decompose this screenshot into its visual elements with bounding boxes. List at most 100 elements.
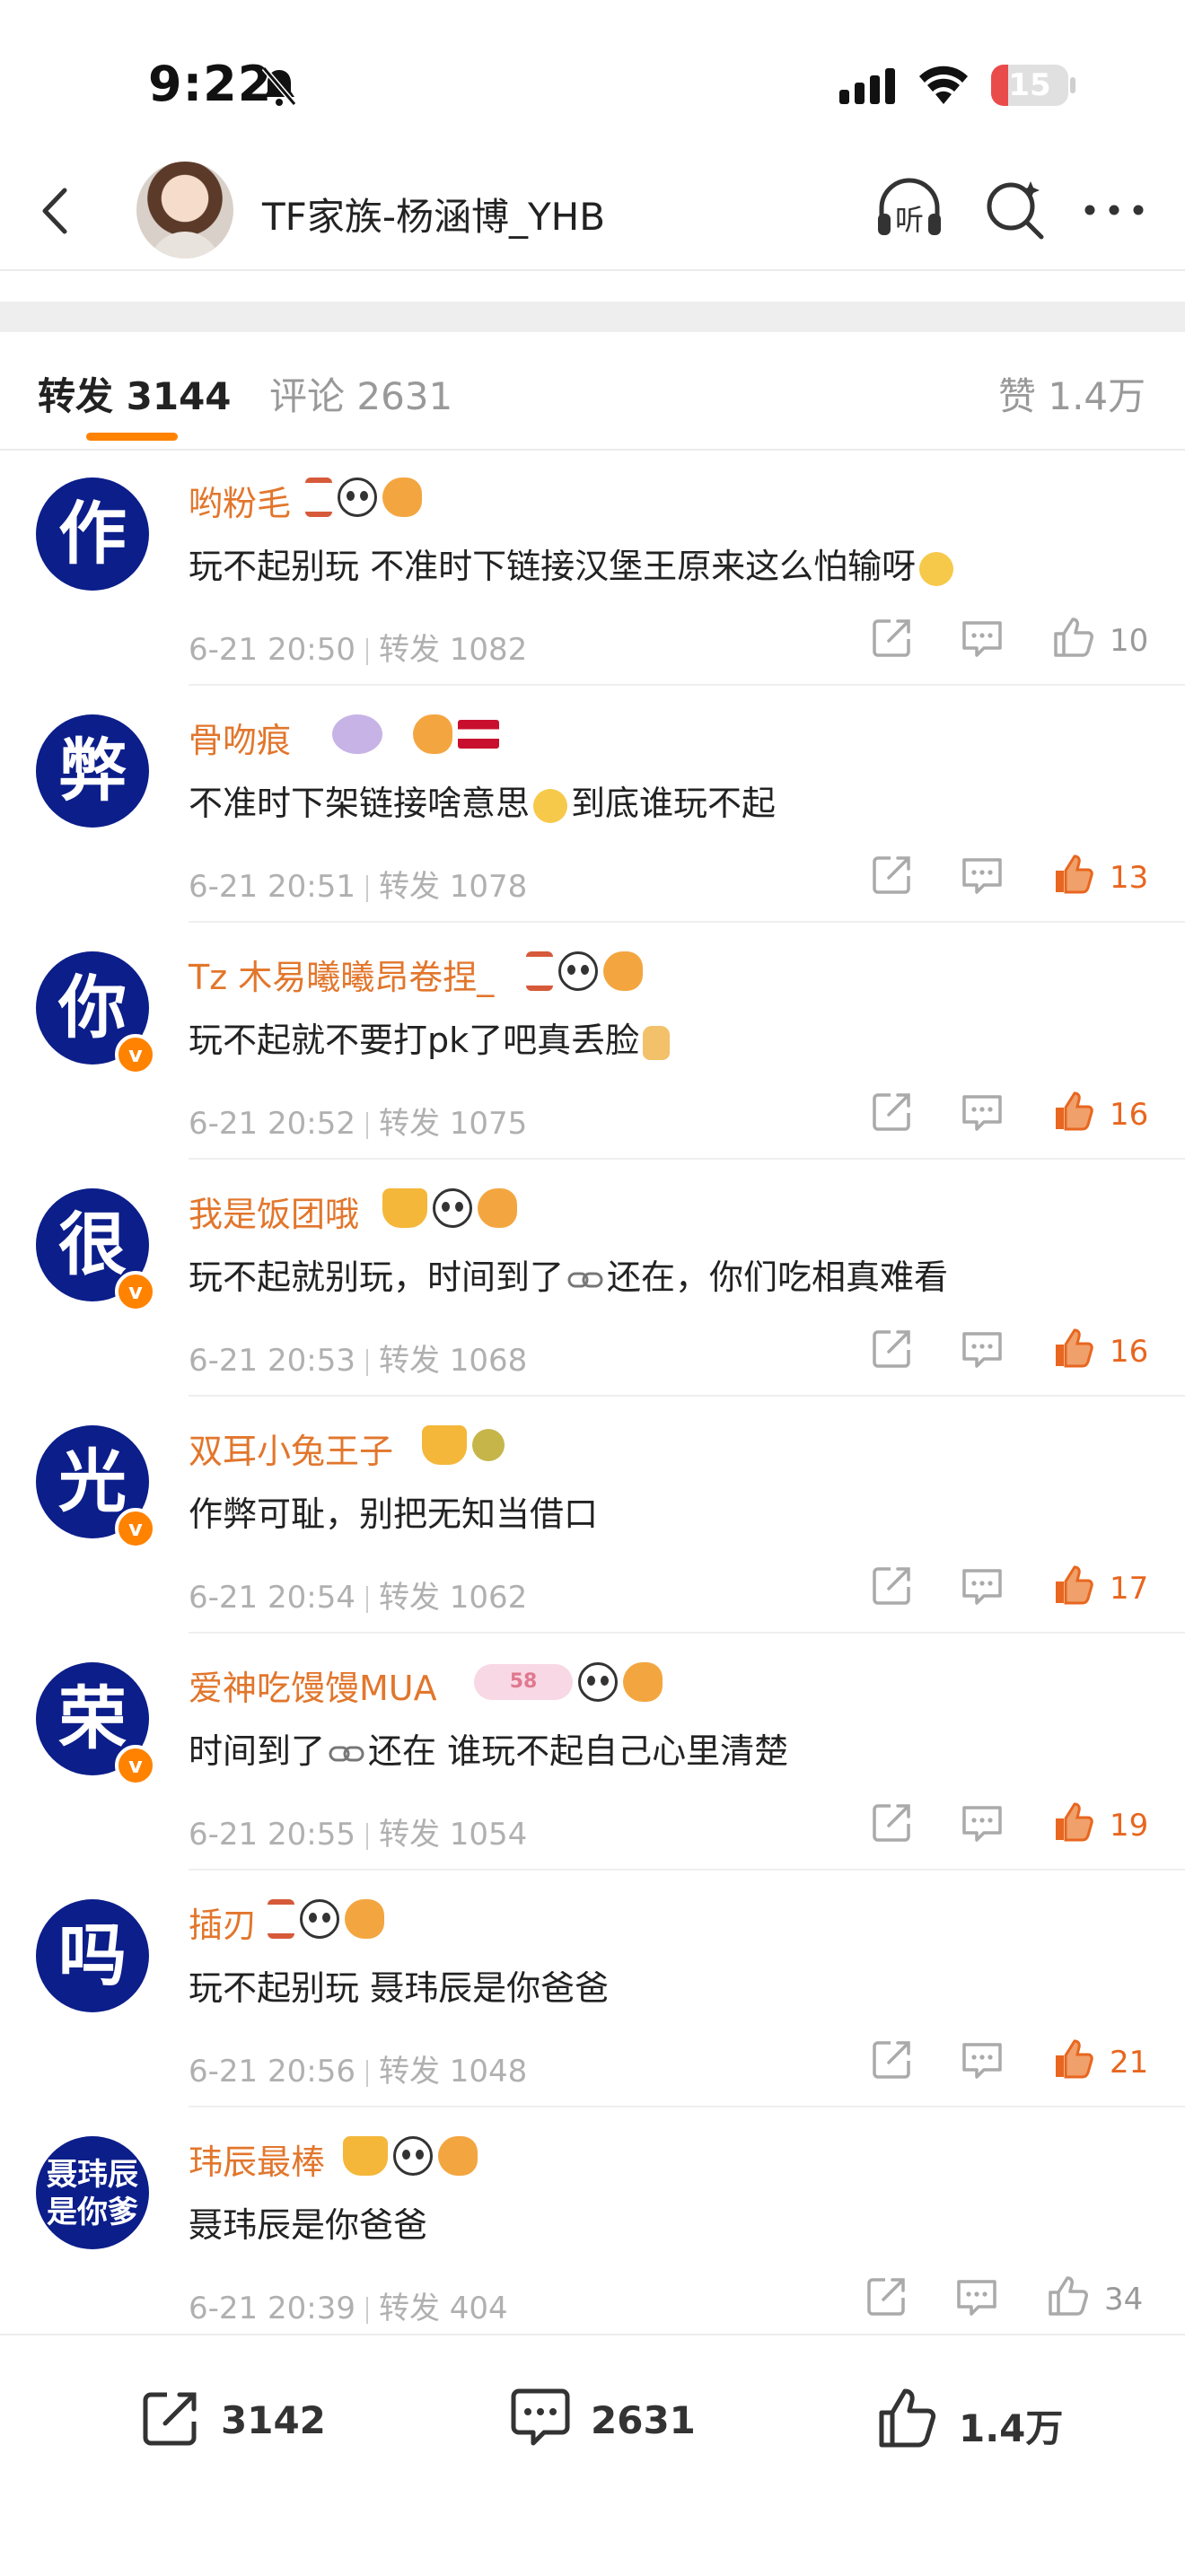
list-item[interactable]: 光 v 双耳小兔王子 作弊可耻，别把无知当借口 6-21 20:54 转发 106… [0, 1397, 1185, 1634]
search-icon[interactable] [979, 172, 1052, 246]
share-icon[interactable] [862, 2271, 912, 2321]
avatar[interactable]: 作 [36, 478, 149, 591]
like-total: 1.4万 [959, 2406, 1064, 2450]
comment-meta: 6-21 20:39 转发 404 [189, 2283, 508, 2327]
comment-text-body: 玩不起就别玩，时间到了 [189, 1257, 565, 1297]
like-count: 10 [1110, 623, 1149, 659]
user-badges [526, 951, 648, 994]
comment-icon[interactable] [957, 1323, 1007, 1373]
comment-icon[interactable] [957, 1086, 1007, 1136]
timestamp: 6-21 20:52 [189, 1106, 356, 1142]
user-badges: 58 [474, 1662, 668, 1705]
liked-icon[interactable] [1049, 2034, 1099, 2084]
username[interactable]: 玮辰最棒 [189, 2134, 325, 2184]
fan-level-badge: 58 [474, 1664, 573, 1700]
tab-bar: 转发 3144 评论 2631 赞 1.4万 [0, 332, 1185, 449]
header-avatar[interactable] [136, 162, 233, 258]
panda-badge-icon [578, 1662, 618, 1702]
bell-slash-icon [261, 66, 297, 106]
like-count: 21 [1110, 2045, 1149, 2081]
panda-badge-icon [300, 1899, 339, 1939]
comment-meta: 6-21 20:50 转发 1082 [189, 625, 527, 669]
username[interactable]: 我是饭团哦 [189, 1187, 359, 1236]
back-icon[interactable] [25, 180, 88, 242]
share-icon[interactable] [867, 849, 917, 899]
username[interactable]: 爱神吃馒馒MUA [189, 1660, 437, 1710]
comment-text: 不准时下架链接啥意思 到底谁玩不起 [189, 775, 776, 825]
list-item[interactable]: 荣 v 爱神吃馒馒MUA 58 时间到了 还在 谁玩不起自己心里清楚 6-21 2… [0, 1634, 1185, 1871]
battery-level: 15 [1008, 67, 1051, 103]
share-icon[interactable] [867, 1086, 917, 1136]
liked-icon[interactable] [1049, 1797, 1099, 1847]
username[interactable]: 哟粉毛 [189, 476, 291, 525]
fish-badge-icon [478, 1188, 517, 1228]
comment-icon[interactable] [957, 2034, 1007, 2084]
username[interactable]: Tz 木易曦曦昂卷捏_ [189, 950, 494, 999]
list-item[interactable]: 聂玮辰 是你爹 玮辰最棒 聂玮辰是你爸爸 6-21 20:39 转发 404 34 [0, 2107, 1185, 2344]
list-item[interactable]: 作 哟粉毛 玩不起别玩 不准时下链接汉堡王原来这么怕输呀 6-21 20:50 转… [0, 449, 1185, 686]
share-icon[interactable] [867, 1797, 917, 1847]
repost-count: 转发 1068 [378, 1343, 528, 1379]
headphones-icon[interactable]: 听 [873, 172, 946, 246]
share-icon[interactable] [867, 1560, 917, 1610]
list-item[interactable]: 很 v 我是饭团哦 玩不起就别玩，时间到了 还在，你们吃相真难看 6-21 20:… [0, 1160, 1185, 1397]
like-count: 16 [1110, 1334, 1149, 1370]
like-icon[interactable] [1043, 2271, 1093, 2321]
avatar[interactable]: 弊 [36, 714, 149, 828]
hourglass-badge-icon [305, 478, 332, 517]
tab-repost[interactable]: 转发 3144 [38, 366, 232, 421]
like-count: 34 [1104, 2282, 1144, 2318]
comment-meta: 6-21 20:54 转发 1062 [189, 1573, 527, 1617]
verified-badge-icon: v [115, 1508, 156, 1549]
fish-badge-icon [603, 951, 643, 991]
comment-icon[interactable] [957, 1560, 1007, 1610]
comment-meta: 6-21 20:53 转发 1068 [189, 1336, 527, 1380]
liked-icon[interactable] [1049, 849, 1099, 899]
liked-icon[interactable] [1049, 1560, 1099, 1610]
header-divider [0, 269, 1185, 271]
user-badges [343, 2136, 483, 2179]
list-item[interactable]: 弊 骨吻痕 不准时下架链接啥意思 到底谁玩不起 6-21 20:51 转发 1078… [0, 686, 1185, 923]
comment-text-body: 玩不起别玩 不准时下链接汉堡王原来这么怕输呀 [189, 547, 917, 586]
comment-icon[interactable] [952, 2271, 1002, 2321]
username[interactable]: 插刃 [189, 1897, 257, 1947]
panda-badge-icon [433, 1188, 472, 1228]
comment-icon[interactable] [957, 1797, 1007, 1847]
repost-count: 转发 404 [378, 2291, 508, 2326]
crown-badge-icon [422, 1425, 467, 1465]
flower-badge-icon [472, 1429, 505, 1461]
flag-badge-icon [458, 720, 499, 749]
share-icon[interactable] [867, 612, 917, 662]
timestamp: 6-21 20:53 [189, 1343, 356, 1379]
list-item[interactable]: 吗 插刃 玩不起别玩 聂玮辰是你爸爸 6-21 20:56 转发 1048 21 [0, 1871, 1185, 2107]
liked-icon[interactable] [1049, 1086, 1099, 1136]
user-badges [382, 1188, 522, 1231]
like-icon[interactable] [1049, 612, 1099, 662]
more-icon[interactable] [1077, 172, 1151, 246]
comment-icon[interactable] [957, 849, 1007, 899]
list-item[interactable]: 你 v Tz 木易曦曦昂卷捏_ 玩不起就不要打pk了吧真丢脸 6-21 20:5… [0, 923, 1185, 1160]
tab-like[interactable]: 赞 1.4万 [998, 366, 1146, 421]
comment-icon[interactable] [957, 612, 1007, 662]
fish-badge-icon [623, 1662, 663, 1702]
username[interactable]: 双耳小兔王子 [189, 1424, 393, 1473]
timestamp: 6-21 20:55 [189, 1817, 356, 1853]
avatar[interactable]: 聂玮辰 是你爹 [36, 2136, 149, 2249]
laugh-emoji-icon [919, 551, 954, 586]
username[interactable]: 骨吻痕 [189, 713, 291, 762]
liked-icon[interactable] [1049, 1323, 1099, 1373]
share-icon[interactable] [867, 1323, 917, 1373]
nav-header: TF家族-杨涵博_YHB 听 [0, 153, 1185, 269]
user-badges [422, 1425, 510, 1468]
tab-active-indicator [86, 433, 178, 441]
avatar[interactable]: 吗 [36, 1899, 149, 2012]
panda-badge-icon [393, 2136, 433, 2176]
user-badges [332, 714, 505, 758]
repost-count: 转发 1054 [378, 1817, 528, 1853]
like-count: 13 [1110, 860, 1149, 896]
timestamp: 6-21 20:50 [189, 632, 356, 668]
share-icon[interactable] [867, 2034, 917, 2084]
comment-text-body-2: 还在 谁玩不起自己心里清楚 [368, 1731, 789, 1771]
repost-count: 转发 1062 [378, 1580, 528, 1616]
tab-comment[interactable]: 评论 2631 [269, 366, 452, 421]
